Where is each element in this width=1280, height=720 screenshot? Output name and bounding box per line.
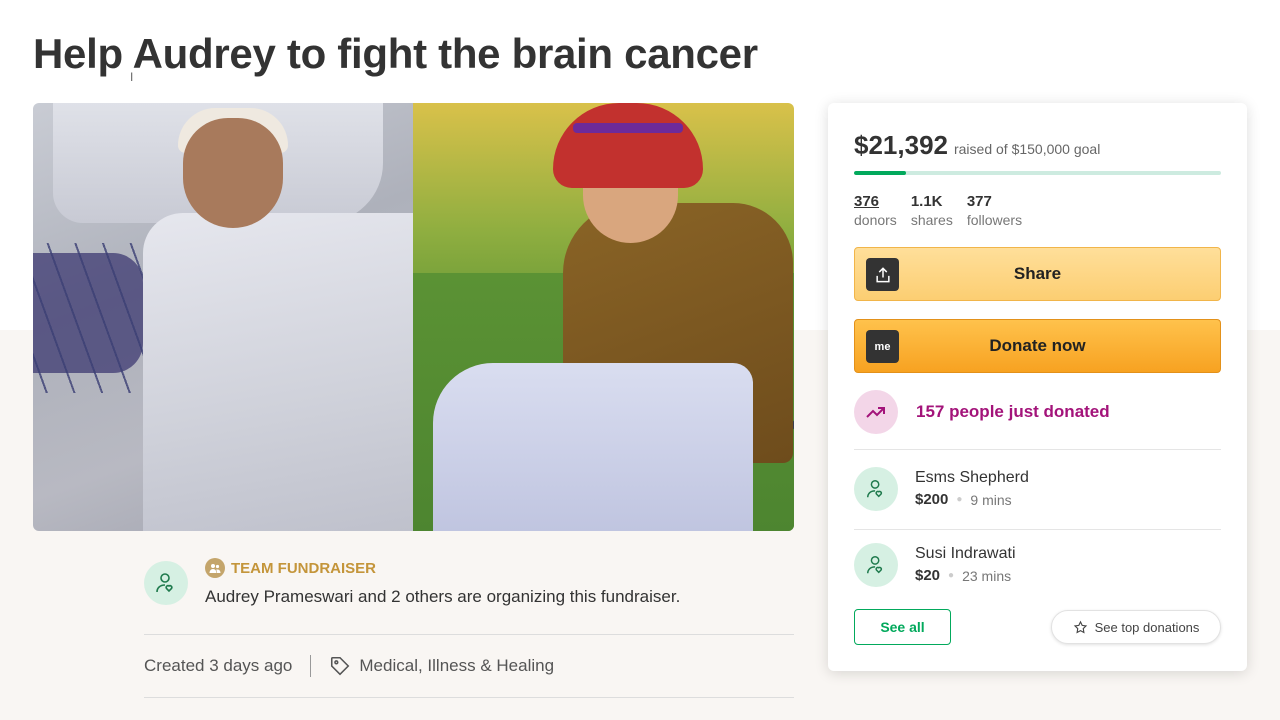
stat-value: 377 (966, 193, 992, 210)
team-icon (205, 558, 225, 578)
progress-fill (854, 171, 907, 175)
separator-dot: ● (948, 570, 955, 581)
donation-amount: $20 (915, 567, 941, 584)
organizer-text[interactable]: Audrey Prameswari and 2 others are organ… (205, 587, 680, 607)
see-top-donations-button[interactable]: See top donations (1051, 610, 1221, 644)
donation-item: Esms Shepherd $200 ● 9 mins (854, 467, 1029, 511)
team-fundraiser-label: TEAM FUNDRAISER (231, 559, 376, 577)
tag-icon (329, 655, 351, 677)
divider (854, 529, 1221, 530)
see-all-button[interactable]: See all (854, 609, 951, 645)
trending-up-icon (854, 390, 898, 434)
donor-name: Esms Shepherd (915, 469, 1029, 486)
stat-value: 376 (854, 193, 880, 210)
star-icon (1073, 620, 1087, 633)
stat-label: donors (854, 212, 897, 228)
stat-label: followers (966, 212, 1023, 228)
trend-text: 157 people just donated (916, 402, 1110, 421)
fundraiser-meta: Created 3 days ago Medical, Illness & He… (144, 655, 554, 677)
donor-heart-icon (854, 467, 898, 511)
share-label: Share (1013, 264, 1062, 283)
category-link[interactable]: Medical, Illness & Healing (359, 656, 554, 676)
stats-row: 376 donors 1.1K shares 377 followers (854, 192, 1022, 230)
hero-image (33, 103, 794, 531)
page-title: Help Audrey to fight the brain cancer (33, 30, 758, 77)
recent-donations-trend: 157 people just donated (854, 390, 1110, 434)
donor-heart-icon (854, 543, 898, 587)
see-top-donations-label: See top donations (1094, 619, 1200, 635)
organizer-avatar[interactable] (144, 561, 188, 605)
goal-text: raised of $150,000 goal (953, 141, 1101, 157)
separator-dot: ● (956, 494, 963, 505)
stat-shares: 1.1K shares (911, 192, 953, 230)
team-fundraiser-badge: TEAM FUNDRAISER (205, 558, 376, 578)
stat-label: shares (910, 212, 953, 228)
divider (144, 697, 794, 698)
upload-icon (866, 258, 899, 291)
stat-followers: 377 followers (967, 192, 1022, 230)
share-button[interactable]: Share (854, 247, 1221, 301)
donation-item: Susi Indrawati $20 ● 23 mins (854, 543, 1016, 587)
donation-amount: $200 (915, 491, 949, 508)
donate-label: Donate now (989, 336, 1086, 355)
progress-bar (854, 171, 1221, 175)
gofundme-logo-icon: me (866, 330, 899, 363)
donor-heart-icon (156, 573, 173, 593)
donate-now-button[interactable]: me Donate now (854, 319, 1221, 373)
stat-value: 1.1K (910, 193, 943, 210)
divider (854, 449, 1221, 450)
donation-time: 9 mins (970, 492, 1012, 508)
donation-card: $21,392 raised of $150,000 goal 376 dono… (828, 103, 1247, 671)
raised-summary: $21,392 raised of $150,000 goal (854, 130, 1100, 161)
gofundme-logo-text: me (874, 340, 891, 353)
donor-name: Susi Indrawati (915, 545, 1016, 562)
hero-photo-wheelchair (413, 103, 794, 531)
text-cursor: I (130, 70, 134, 84)
created-date: Created 3 days ago (144, 656, 293, 675)
meta-separator (310, 655, 312, 677)
stat-donors[interactable]: 376 donors (854, 192, 897, 230)
donation-time: 23 mins (962, 568, 1012, 584)
hero-photo-hospital (33, 103, 413, 531)
raised-amount: $21,392 (854, 130, 948, 160)
divider (144, 634, 794, 635)
